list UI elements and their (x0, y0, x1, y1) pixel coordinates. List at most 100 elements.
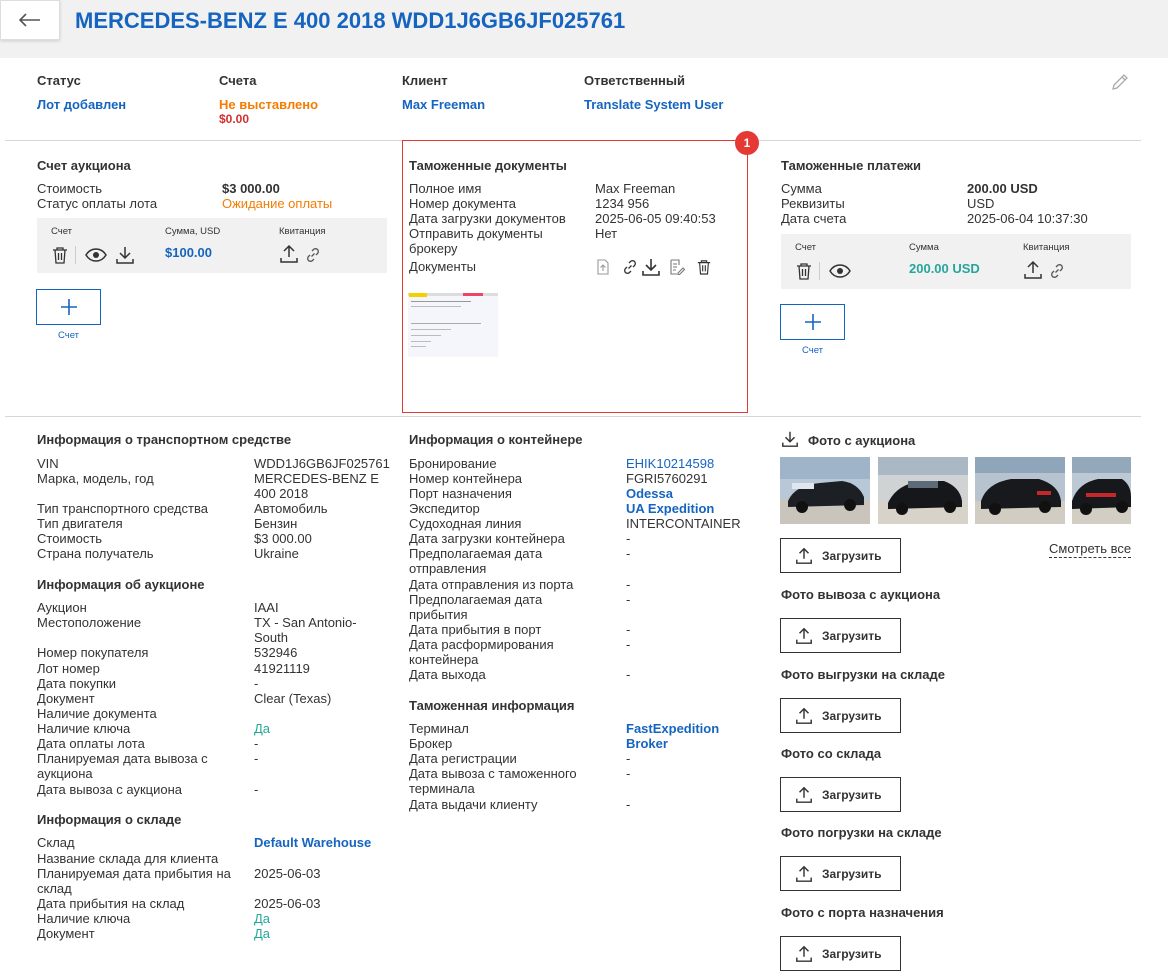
cost-value: $3 000.00 (222, 181, 280, 196)
vehicle-field-value: Автомобиль (254, 501, 328, 516)
trash-icon[interactable] (796, 262, 812, 280)
add-invoice-button[interactable] (36, 289, 101, 325)
car-photo-image (1072, 457, 1131, 524)
customs-field-label: Дата регистрации (409, 751, 517, 766)
customs-payment-sum: 200.00 USD (909, 261, 980, 276)
status-value[interactable]: Лот добавлен (37, 97, 126, 112)
container-field-label: Дата загрузки контейнера (409, 531, 565, 546)
trash-icon[interactable] (52, 246, 68, 264)
vehicle-field-label: Марка, модель, год (37, 471, 154, 486)
client-value[interactable]: Max Freeman (402, 97, 485, 112)
auction-invoice-row: Счет Сумма, USD Квитанция $100.00 (37, 218, 387, 273)
payment-label: Реквизиты (781, 196, 845, 211)
vehicle-field-label: Тип транспортного средства (37, 501, 208, 516)
vehicle-field-value: WDD1J6GB6JF025761 (254, 456, 390, 471)
warehouse-field-value: Да (254, 911, 271, 926)
page-title: MERCEDES-BENZ E 400 2018 WDD1J6GB6JF0257… (75, 8, 626, 33)
auction-field-label: Дата оплаты лота (37, 736, 145, 751)
document-thumbnail[interactable] (408, 293, 498, 357)
download-icon[interactable] (115, 245, 135, 265)
doc-label: Дата загрузки документов (409, 211, 566, 226)
port-link[interactable]: Odessa (626, 486, 673, 501)
warehouse-field-label: Планируемая дата прибытия на склад (37, 866, 231, 896)
container-field-value: - (626, 592, 631, 607)
container-field-value: - (626, 577, 631, 592)
link-icon[interactable] (1049, 263, 1065, 279)
booking-link[interactable]: EHIK10214598 (626, 456, 714, 471)
responsible-value[interactable]: Translate System User (584, 97, 723, 112)
col-invoice-header: Счет (795, 242, 817, 253)
container-field-label: Дата отправления из порта (409, 577, 574, 592)
upload-photos-button[interactable]: Загрузить (780, 936, 901, 971)
car-photo-image (780, 457, 870, 524)
vehicle-field-value: Ukraine (254, 546, 299, 561)
download-all-icon[interactable] (781, 430, 799, 448)
upload-icon (796, 945, 812, 962)
upload-icon (796, 786, 812, 803)
customs-field-value: - (626, 751, 631, 766)
container-field-value: - (626, 637, 631, 652)
upload-icon[interactable] (1023, 260, 1043, 280)
auction-photo[interactable] (780, 457, 870, 524)
auction-field-value: - (254, 782, 259, 797)
upload-label: Загрузить (822, 787, 882, 802)
customs-field-label: Дата вывоза с таможенного терминала (409, 766, 577, 796)
auction-field-value: 532946 (254, 645, 298, 660)
auction-field-label: Аукцион (37, 600, 87, 615)
auction-field-value: TX - San Antonio-South (254, 615, 357, 645)
warehouse-link[interactable]: Default Warehouse (254, 835, 371, 850)
vehicle-field-value: Бензин (254, 516, 298, 531)
upload-photos-button[interactable]: Загрузить (780, 618, 901, 653)
eye-icon[interactable] (829, 264, 851, 278)
client-label: Клиент (402, 73, 448, 88)
doc-value: 2025-06-05 09:40:53 (595, 211, 716, 226)
doc-value: Max Freeman (595, 181, 676, 196)
customs-field-value: - (626, 766, 631, 781)
photo-section-title: Фото с порта назначения (781, 905, 944, 920)
upload-photos-button[interactable]: Загрузить (780, 698, 901, 733)
container-field-value: - (626, 622, 631, 637)
photo-section-title: Фото погрузки на складе (781, 825, 942, 840)
broker-link[interactable]: Broker (626, 736, 668, 751)
auction-photo[interactable] (878, 457, 968, 524)
separator (75, 246, 76, 264)
customs-field-value: - (626, 797, 631, 812)
upload-photos-button[interactable]: Загрузить (780, 856, 901, 891)
photo-section-title: Фото со склада (781, 746, 882, 761)
eye-icon[interactable] (85, 248, 107, 262)
container-field-label: Порт назначения (409, 486, 512, 501)
auction-photo[interactable] (975, 457, 1065, 524)
container-field-value: INTERCONTAINER (626, 516, 741, 531)
auction-field-value: 41921119 (254, 661, 310, 676)
link-icon[interactable] (305, 247, 321, 263)
add-customs-invoice-caption: Счет (801, 345, 824, 356)
vehicle-field-value: $3 000.00 (254, 531, 312, 546)
link-icon[interactable] (622, 259, 638, 275)
add-customs-invoice-button[interactable] (780, 304, 845, 340)
upload-icon (796, 547, 812, 564)
auction-field-label: Документ (37, 691, 95, 706)
doc-label: Номер документа (409, 196, 517, 211)
back-button[interactable] (0, 0, 60, 40)
auction-field-value: IAAI (254, 600, 279, 615)
upload-icon[interactable] (279, 244, 299, 264)
upload-photos-button[interactable]: Загрузить (780, 777, 901, 812)
terminal-link[interactable]: FastExpedition (626, 721, 719, 736)
warehouse-field-label: Склад (37, 835, 75, 850)
container-field-value: FGRI5760291 (626, 471, 708, 486)
upload-label: Загрузить (822, 708, 882, 723)
trash-icon[interactable] (697, 259, 711, 275)
download-icon[interactable] (641, 257, 661, 277)
view-all-link[interactable]: Смотреть все (1049, 541, 1132, 558)
auction-field-value: - (254, 736, 259, 751)
forwarder-link[interactable]: UA Expedition (626, 501, 714, 516)
auction-photo[interactable] (1072, 457, 1131, 524)
file-upload-icon[interactable] (596, 259, 610, 275)
customs-docs-title: Таможенные документы (409, 158, 567, 173)
auction-invoice-sum: $100.00 (165, 245, 212, 260)
auction-field-label: Номер покупателя (37, 645, 149, 660)
upload-auction-photos-button[interactable]: Загрузить (780, 538, 901, 573)
document-edit-icon[interactable] (669, 259, 685, 275)
auction-field-value: Да (254, 721, 271, 736)
edit-pencil-icon[interactable] (1110, 72, 1130, 92)
